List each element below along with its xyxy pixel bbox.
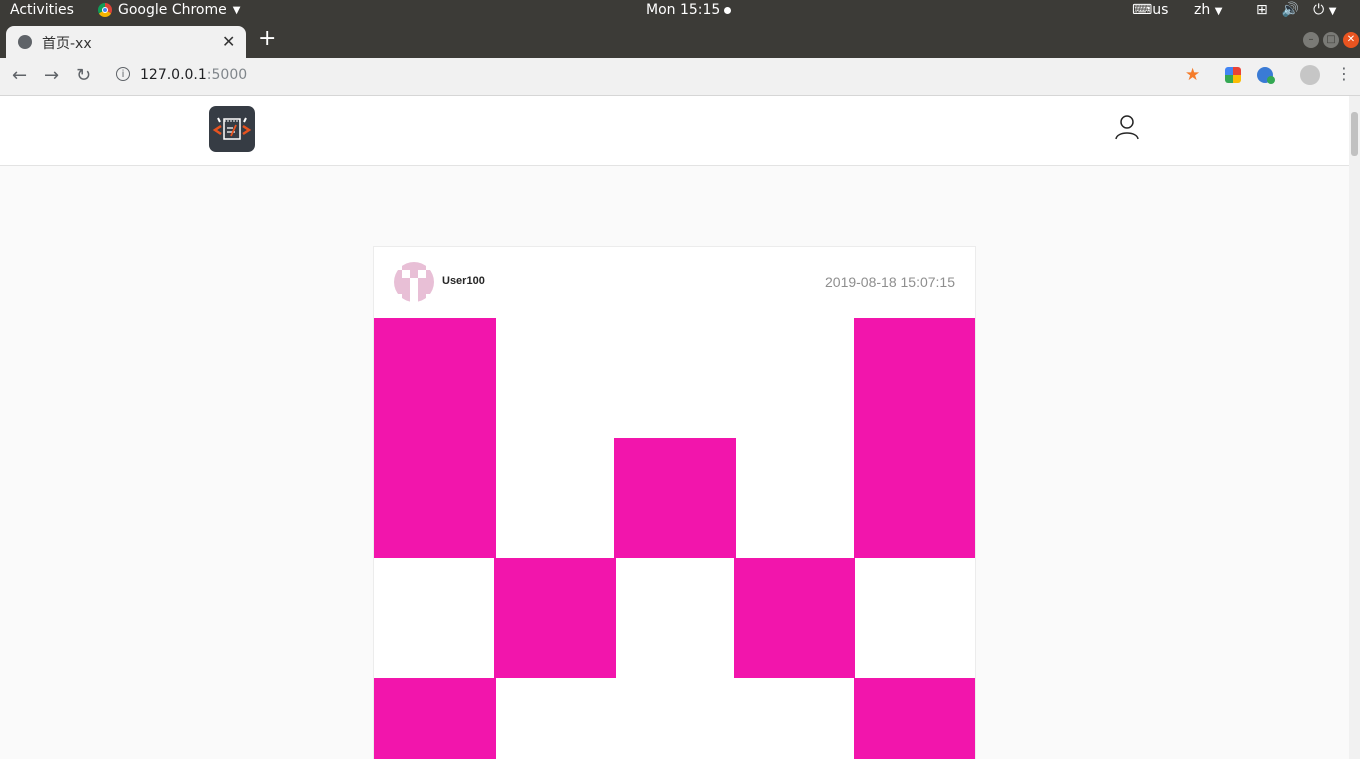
identicon-cell <box>374 678 496 759</box>
tab-title: 首页-xx <box>42 36 92 52</box>
keyboard-icon: ⌨ <box>1132 2 1153 18</box>
site-logo[interactable] <box>209 106 255 152</box>
browser-tab[interactable]: 首页-xx ✕ <box>6 26 246 58</box>
system-status-area[interactable]: ⊞ 🔊 ⏻ ▼ <box>1256 2 1336 18</box>
keyboard-layout-indicator[interactable]: ⌨us <box>1132 2 1168 18</box>
profile-avatar[interactable] <box>1300 65 1320 85</box>
extension-globe-icon[interactable] <box>1257 67 1275 84</box>
address-bar[interactable]: i 127.0.0.1:5000 <box>106 62 1206 90</box>
bookmark-star-icon[interactable]: ★ <box>1185 65 1200 85</box>
input-method-menu[interactable]: zh ▼ <box>1194 2 1222 18</box>
post-image[interactable] <box>374 318 975 759</box>
power-icon: ⏻ ▼ <box>1313 2 1337 18</box>
post-timestamp: 2019-08-18 15:07:15 <box>825 274 955 290</box>
chevron-down-icon: ▼ <box>232 4 241 16</box>
site-info-icon[interactable]: i <box>116 67 130 81</box>
clock[interactable]: Mon 15:15 <box>646 2 732 18</box>
identicon-cell <box>494 558 616 678</box>
network-icon: ⊞ <box>1256 2 1268 18</box>
scrollbar-thumb[interactable] <box>1351 112 1358 156</box>
avatar[interactable] <box>394 262 434 302</box>
clock-text: Mon 15:15 <box>646 2 721 18</box>
identicon-cell <box>734 558 855 678</box>
post-card: User100 2019-08-18 15:07:15 <box>373 246 976 759</box>
browser-menu-icon[interactable]: ⋮ <box>1336 64 1352 83</box>
system-top-bar: Activities Google Chrome ▼ Mon 15:15 ⌨us… <box>0 0 1360 22</box>
identicon-cell <box>374 318 496 558</box>
close-tab-icon[interactable]: ✕ <box>222 32 235 51</box>
maximize-window-button[interactable]: □ <box>1323 32 1339 48</box>
globe-icon <box>18 35 32 49</box>
identicon-cell <box>854 678 975 759</box>
chrome-icon <box>98 3 112 17</box>
notification-dot-icon <box>724 6 732 14</box>
tab-strip: 首页-xx ✕ + – □ ✕ <box>0 22 1360 58</box>
post-header: User100 2019-08-18 15:07:15 <box>374 247 975 319</box>
url-host: 127.0.0.1 <box>140 67 207 83</box>
input-method-label: zh <box>1194 2 1211 18</box>
reload-button[interactable]: ↻ <box>76 65 91 86</box>
extension-icon[interactable] <box>1225 67 1241 83</box>
app-name: Google Chrome <box>118 2 227 18</box>
forward-button[interactable]: → <box>44 65 59 86</box>
browser-toolbar: ← → ↻ i 127.0.0.1:5000 ★ ⋮ <box>0 58 1360 96</box>
user-profile-icon[interactable] <box>1114 114 1140 140</box>
volume-icon: 🔊 <box>1281 2 1300 18</box>
activities-button[interactable]: Activities <box>10 2 74 18</box>
page-scrollbar[interactable] <box>1349 96 1360 759</box>
identicon-cell <box>614 438 736 558</box>
url-text[interactable]: 127.0.0.1:5000 <box>140 67 247 83</box>
keyboard-layout-label: us <box>1152 2 1169 18</box>
close-window-button[interactable]: ✕ <box>1343 32 1359 48</box>
identicon-cell <box>854 318 975 558</box>
site-header <box>0 96 1349 166</box>
url-port: :5000 <box>206 67 248 83</box>
chevron-down-icon: ▼ <box>1214 6 1223 17</box>
new-tab-button[interactable]: + <box>258 26 276 51</box>
minimize-window-button[interactable]: – <box>1303 32 1319 48</box>
post-username[interactable]: User100 <box>442 275 485 287</box>
back-button[interactable]: ← <box>12 65 27 86</box>
app-menu[interactable]: Google Chrome ▼ <box>98 2 240 18</box>
web-page: User100 2019-08-18 15:07:15 <box>0 96 1349 759</box>
